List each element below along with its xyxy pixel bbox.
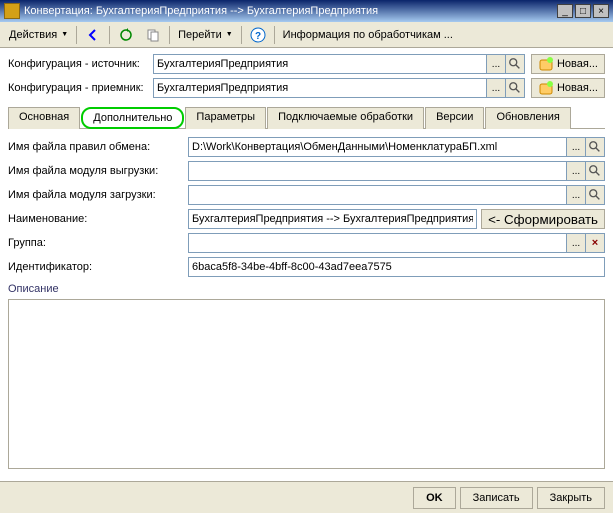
rules-file-label: Имя файла правил обмена: xyxy=(8,141,188,153)
import-module-search-button[interactable] xyxy=(585,185,605,205)
rules-file-input[interactable] xyxy=(188,137,567,157)
dest-config-input[interactable] xyxy=(153,78,487,98)
window-title: Конвертация: БухгалтерияПредприятия --> … xyxy=(24,5,557,17)
tab-updates[interactable]: Обновления xyxy=(485,107,570,129)
export-module-input[interactable] xyxy=(188,161,567,181)
ok-button[interactable]: OK xyxy=(413,487,456,509)
close-button[interactable]: × xyxy=(593,4,609,18)
export-module-label: Имя файла модуля выгрузки: xyxy=(8,165,188,177)
maximize-button[interactable]: □ xyxy=(575,4,591,18)
source-new-button[interactable]: Новая... xyxy=(531,54,605,74)
actions-menu[interactable]: Действия▼ xyxy=(4,24,73,46)
source-select-button[interactable]: ... xyxy=(486,54,506,74)
import-module-input[interactable] xyxy=(188,185,567,205)
chevron-down-icon: ▼ xyxy=(61,31,68,38)
chevron-down-icon: ▼ xyxy=(226,31,233,38)
goto-menu[interactable]: Перейти▼ xyxy=(173,24,238,46)
tab-main[interactable]: Основная xyxy=(8,107,80,129)
app-icon xyxy=(4,3,20,19)
tab-additional[interactable]: Дополнительно xyxy=(81,107,184,129)
save-button[interactable]: Записать xyxy=(460,487,533,509)
titlebar: Конвертация: БухгалтерияПредприятия --> … xyxy=(0,0,613,22)
description-textarea[interactable] xyxy=(8,299,605,469)
help-button[interactable]: ? xyxy=(245,24,271,46)
source-config-input[interactable] xyxy=(153,54,487,74)
tab-plugins[interactable]: Подключаемые обработки xyxy=(267,107,424,129)
group-clear-button[interactable]: × xyxy=(585,233,605,253)
svg-text:?: ? xyxy=(255,31,261,42)
rules-file-search-button[interactable] xyxy=(585,137,605,157)
import-module-label: Имя файла модуля загрузки: xyxy=(8,189,188,201)
name-input[interactable] xyxy=(188,209,477,229)
import-module-browse-button[interactable]: ... xyxy=(566,185,586,205)
id-label: Идентификатор: xyxy=(8,261,188,273)
toolbar: Действия▼ Перейти▼ ? Информация по обраб… xyxy=(0,22,613,48)
copy-button[interactable] xyxy=(140,24,166,46)
description-label: Описание xyxy=(8,283,605,295)
dest-search-button[interactable] xyxy=(505,78,525,98)
group-input[interactable] xyxy=(188,233,567,253)
source-config-label: Конфигурация - источник: xyxy=(8,58,153,70)
minimize-button[interactable]: _ xyxy=(557,4,573,18)
group-label: Группа: xyxy=(8,237,188,249)
id-input[interactable] xyxy=(188,257,605,277)
source-search-button[interactable] xyxy=(505,54,525,74)
back-button[interactable] xyxy=(80,24,106,46)
generate-button[interactable]: <- Сформировать xyxy=(481,209,605,229)
handlers-info-button[interactable]: Информация по обработчикам ... xyxy=(278,24,458,46)
export-module-search-button[interactable] xyxy=(585,161,605,181)
close-button-footer[interactable]: Закрыть xyxy=(537,487,605,509)
dest-new-button[interactable]: Новая... xyxy=(531,78,605,98)
dest-config-label: Конфигурация - приемник: xyxy=(8,82,153,94)
dest-select-button[interactable]: ... xyxy=(486,78,506,98)
tabs: Основная Дополнительно Параметры Подключ… xyxy=(8,106,605,129)
group-browse-button[interactable]: ... xyxy=(566,233,586,253)
tab-params[interactable]: Параметры xyxy=(185,107,266,129)
refresh-button[interactable] xyxy=(113,24,139,46)
rules-file-browse-button[interactable]: ... xyxy=(566,137,586,157)
export-module-browse-button[interactable]: ... xyxy=(566,161,586,181)
tab-versions[interactable]: Версии xyxy=(425,107,484,129)
name-label: Наименование: xyxy=(8,213,188,225)
footer: OK Записать Закрыть xyxy=(0,481,613,513)
